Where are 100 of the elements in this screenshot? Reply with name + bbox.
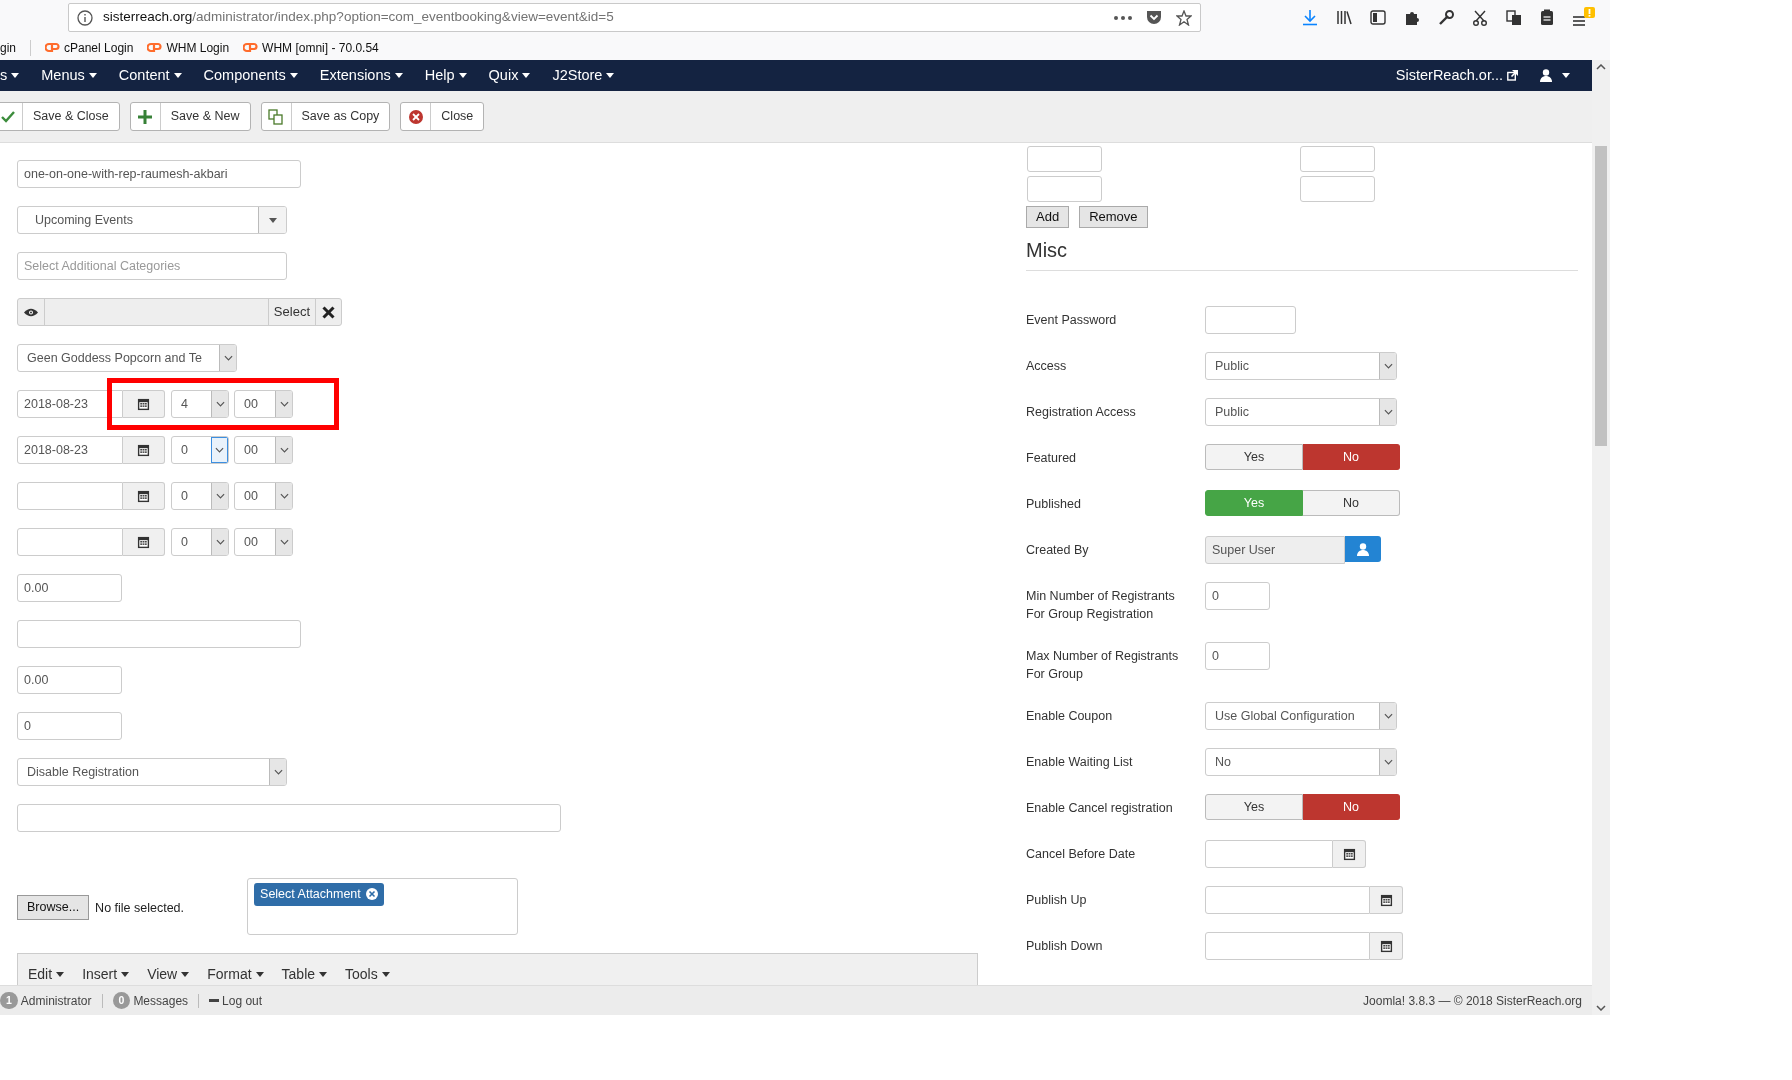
select-field[interactable]: 0 (171, 436, 229, 464)
shield-icon[interactable] (1146, 10, 1162, 25)
select-field[interactable]: Disable Registration (17, 758, 287, 786)
toggle-option[interactable]: No (1303, 444, 1400, 470)
more-icon[interactable] (1114, 15, 1132, 20)
nav-menu[interactable]: J2Store (552, 64, 615, 87)
select-field[interactable]: 0 (171, 528, 229, 556)
select-field[interactable]: Geen Goddess Popcorn and Te (17, 344, 237, 372)
text-field[interactable] (1205, 306, 1296, 334)
editor-menu[interactable]: Table (281, 964, 328, 985)
browse-button[interactable]: Browse... (17, 895, 90, 920)
calendar-button[interactable] (1333, 840, 1366, 868)
text-field[interactable] (1300, 176, 1375, 202)
select-field[interactable]: 00 (234, 482, 293, 510)
text-field[interactable]: Super User (1205, 536, 1345, 564)
select-field[interactable]: 00 (234, 436, 293, 464)
text-field[interactable] (1027, 176, 1102, 202)
scissors-icon[interactable] (1472, 9, 1488, 26)
text-field[interactable]: 2018-08-23 (17, 390, 123, 418)
toggle-option[interactable]: No (1303, 794, 1400, 820)
attachment-tag[interactable]: Select Attachment (254, 883, 384, 906)
editor-menu[interactable]: Format (207, 964, 264, 985)
user-menu[interactable] (1540, 69, 1570, 82)
nav-menu[interactable]: Quix (488, 64, 531, 87)
chevron-down-icon[interactable] (1596, 1005, 1606, 1011)
eye-icon[interactable] (24, 307, 38, 317)
toolbar-button[interactable]: Save & New (129, 102, 251, 131)
star-icon[interactable] (1176, 9, 1192, 26)
text-field[interactable] (17, 528, 123, 556)
wrench-icon[interactable] (1438, 9, 1454, 26)
puzzle-icon[interactable] (1404, 9, 1420, 26)
sidebar-icon[interactable] (1370, 10, 1386, 25)
download-icon[interactable] (1302, 9, 1318, 26)
status-link[interactable]: 0 Messages (102, 991, 199, 1010)
select-field[interactable]: 00 (234, 390, 293, 418)
attachment-field[interactable]: Select Attachment (247, 878, 519, 935)
text-field[interactable]: Select Additional Categories (17, 252, 287, 280)
calendar-button[interactable] (1370, 932, 1403, 960)
nav-menu[interactable]: Menus (41, 64, 97, 87)
text-field[interactable]: 0.00 (17, 574, 122, 602)
site-link[interactable]: SisterReach.or... (1395, 64, 1518, 87)
calendar-button[interactable] (123, 390, 165, 418)
select-field[interactable]: No (1205, 748, 1397, 776)
user-select-button[interactable] (1345, 536, 1381, 562)
toggle-option[interactable]: Yes (1205, 794, 1303, 820)
text-field[interactable]: 0 (1205, 582, 1270, 610)
menu-icon[interactable] (1572, 6, 1596, 29)
text-field[interactable] (1300, 146, 1375, 172)
select-field[interactable]: 00 (234, 528, 293, 556)
chevron-up-icon[interactable] (1596, 64, 1606, 70)
text-field[interactable]: 0.00 (17, 666, 122, 694)
toolbar-button[interactable]: Save as Copy (260, 102, 391, 131)
text-field[interactable] (1205, 840, 1333, 868)
close-icon[interactable] (322, 305, 335, 319)
nav-menu[interactable]: s (0, 64, 20, 87)
text-field[interactable] (1205, 886, 1370, 914)
address-bar[interactable]: sisterreach.org/administrator/index.php?option=com_eventbooking&view=event&id=5 (68, 3, 1201, 32)
calendar-button[interactable] (123, 482, 165, 510)
text-field[interactable] (1027, 146, 1102, 172)
text-field[interactable] (17, 620, 301, 648)
picker-field[interactable]: Select (17, 298, 342, 326)
editor-menu[interactable]: Insert (82, 964, 130, 985)
status-link[interactable]: 1 Administrator (0, 991, 102, 1010)
scrollbar-thumb[interactable] (1595, 146, 1607, 446)
text-field[interactable]: 2018-08-23 (17, 436, 123, 464)
toggle-option[interactable]: Yes (1205, 444, 1303, 470)
select-field[interactable]: 4 (171, 390, 229, 418)
calendar-button[interactable] (123, 528, 165, 556)
bookmark-link[interactable]: gin (0, 38, 16, 57)
select-field[interactable]: Public (1205, 398, 1397, 426)
toolbar-button[interactable]: Save & Close (0, 102, 120, 131)
toggle-option[interactable]: No (1303, 490, 1400, 516)
nav-menu[interactable]: Extensions (319, 64, 403, 87)
bookmark-link[interactable]: WHM [omni] - 70.0.54 (243, 38, 379, 57)
status-link[interactable]: Log out (199, 991, 273, 1010)
remove-icon[interactable] (365, 888, 378, 901)
bookmark-link[interactable]: WHM Login (147, 38, 230, 57)
text-field[interactable]: one-on-one-with-rep-raumesh-akbari (17, 160, 301, 188)
select-field[interactable]: Upcoming Events (17, 206, 287, 234)
text-field[interactable] (1205, 932, 1370, 960)
select-field[interactable]: Public (1205, 352, 1397, 380)
clipboard-icon[interactable] (1540, 9, 1554, 26)
bookshelf-icon[interactable] (1336, 10, 1352, 25)
select-field[interactable]: 0 (171, 482, 229, 510)
nav-menu[interactable]: Help (424, 64, 467, 87)
editor-menu[interactable]: View (147, 964, 190, 985)
bookmark-link[interactable]: cPanel Login (45, 38, 134, 57)
calendar-button[interactable] (1370, 886, 1403, 914)
scrollbar[interactable] (1592, 60, 1610, 1015)
editor-menu[interactable]: Tools (345, 964, 390, 985)
calendar-button[interactable] (123, 436, 165, 464)
nav-menu[interactable]: Content (118, 64, 182, 87)
close-button[interactable]: Close (400, 102, 485, 131)
text-field[interactable] (17, 804, 561, 832)
nav-menu[interactable]: Components (203, 64, 298, 87)
text-field[interactable]: 0 (1205, 642, 1270, 670)
action-button[interactable]: Remove (1079, 206, 1148, 228)
text-field[interactable]: 0 (17, 712, 122, 740)
text-field[interactable] (17, 482, 123, 510)
select-field[interactable]: Use Global Configuration (1205, 702, 1397, 730)
